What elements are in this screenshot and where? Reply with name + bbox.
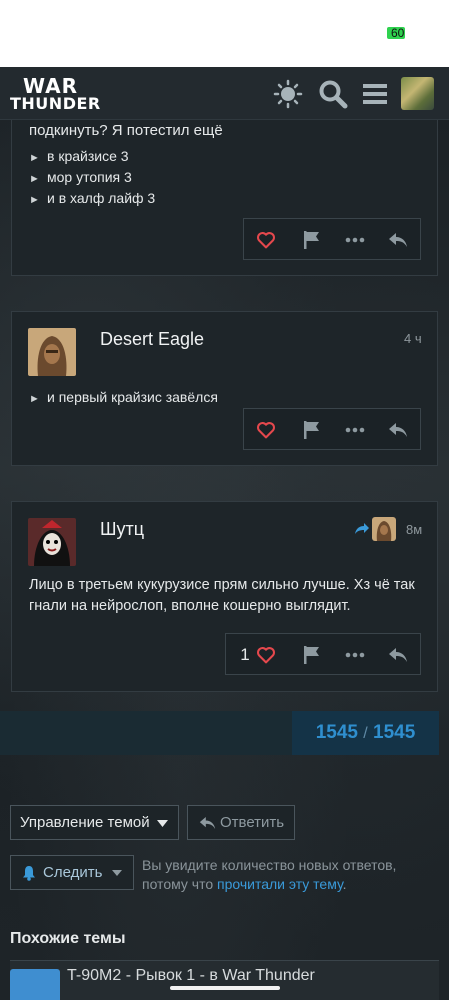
more-button[interactable] — [335, 219, 375, 261]
ellipsis-icon — [345, 237, 365, 243]
author-avatar[interactable] — [28, 328, 76, 376]
bullet-arrow-icon: ► — [29, 173, 40, 185]
chevron-down-icon — [157, 820, 168, 827]
post-actions: 1 — [225, 633, 421, 675]
flag-icon — [304, 646, 319, 664]
post: Шутц 8м Лицо в третьем кукурузисе прям с… — [11, 501, 438, 692]
similar-topic-item[interactable]: T-90M2 - Рывок 1 - в War Thunder — [10, 960, 439, 1000]
flag-icon — [304, 231, 319, 249]
heart-icon — [257, 422, 275, 439]
heart-icon — [256, 647, 275, 664]
bell-icon — [23, 866, 35, 881]
post-time[interactable]: 8м — [406, 522, 422, 537]
reply-topic-label: Ответить — [220, 814, 285, 831]
chevron-down-icon — [112, 870, 122, 876]
more-button[interactable] — [335, 634, 375, 676]
post: Desert Eagle 4 ч ► и первый крайзис завёл… — [11, 311, 438, 466]
post-text: подкинуть? Я потестил ещё — [29, 122, 223, 139]
post-text: Лицо в третьем кукурузисе прям сильно лу… — [29, 577, 415, 614]
timeline-bar[interactable] — [0, 711, 292, 755]
follow-button[interactable]: Следить — [10, 855, 134, 890]
more-button[interactable] — [335, 409, 375, 451]
post-actions — [243, 218, 421, 260]
manage-topic-button[interactable]: Управление темой — [10, 805, 179, 840]
reply-icon — [389, 233, 407, 247]
list-item: ► и первый крайзис завёлся — [29, 389, 218, 405]
status-bar: 60 — [0, 0, 449, 67]
logo-thunder: THUNDER — [10, 94, 101, 113]
reply-to-arrow-icon[interactable] — [354, 522, 370, 536]
pager-separator: / — [363, 725, 368, 742]
reply-topic-button[interactable]: Ответить — [187, 805, 295, 840]
similar-topic-title: T-90M2 - Рывок 1 - в War Thunder — [67, 967, 315, 984]
theme-toggle-icon[interactable] — [273, 79, 303, 109]
flag-button[interactable] — [292, 409, 332, 451]
total-posts: 1545 — [373, 722, 416, 743]
post-time[interactable]: 4 ч — [404, 331, 422, 346]
reply-icon — [389, 648, 407, 662]
reply-button[interactable] — [378, 219, 418, 261]
post: подкинуть? Я потестил ещё ► в крайзисе 3 … — [11, 120, 438, 276]
follow-label: Следить — [43, 864, 103, 881]
similar-topics-title: Похожие темы — [10, 930, 126, 947]
like-button[interactable]: 1 — [230, 634, 286, 676]
post-counter[interactable]: 1545 / 1545 — [292, 711, 439, 755]
bullet-arrow-icon: ► — [29, 393, 40, 405]
reply-icon — [389, 423, 407, 437]
home-indicator[interactable] — [170, 986, 280, 990]
search-icon[interactable] — [318, 79, 348, 109]
author-name[interactable]: Desert Eagle — [100, 329, 204, 350]
topic-thumbnail — [10, 969, 60, 1000]
like-button[interactable] — [246, 219, 286, 261]
list-item: ► в крайзисе 3 — [29, 148, 129, 164]
replied-user-avatar[interactable] — [372, 517, 396, 541]
post-actions — [243, 408, 421, 450]
flag-button[interactable] — [292, 634, 332, 676]
notification-help: Вы увидите количество новых ответов, пот… — [142, 857, 397, 892]
user-avatar[interactable] — [401, 77, 434, 110]
current-post: 1545 — [315, 722, 358, 743]
flag-button[interactable] — [292, 219, 332, 261]
bullet-arrow-icon: ► — [29, 152, 40, 164]
ellipsis-icon — [345, 652, 365, 658]
battery-level: 60 — [391, 26, 405, 40]
ellipsis-icon — [345, 427, 365, 433]
reply-icon — [199, 817, 216, 829]
heart-icon — [257, 232, 275, 249]
author-name[interactable]: Шутц — [100, 519, 144, 540]
war-thunder-logo[interactable]: WAR THUNDER — [10, 74, 100, 114]
like-count: 1 — [240, 645, 250, 664]
read-topic-link[interactable]: прочитали эту тему — [217, 876, 343, 892]
reply-button[interactable] — [378, 409, 418, 451]
bullet-arrow-icon: ► — [29, 194, 40, 206]
author-avatar[interactable] — [28, 518, 76, 566]
manage-topic-label: Управление темой — [20, 814, 150, 831]
flag-icon — [304, 421, 319, 439]
list-item: ► мор утопия 3 — [29, 169, 132, 185]
menu-icon[interactable] — [360, 79, 390, 109]
reply-button[interactable] — [378, 634, 418, 676]
list-item: ► и в халф лайф 3 — [29, 190, 156, 206]
like-button[interactable] — [246, 409, 286, 451]
site-header: WAR THUNDER — [0, 67, 449, 120]
